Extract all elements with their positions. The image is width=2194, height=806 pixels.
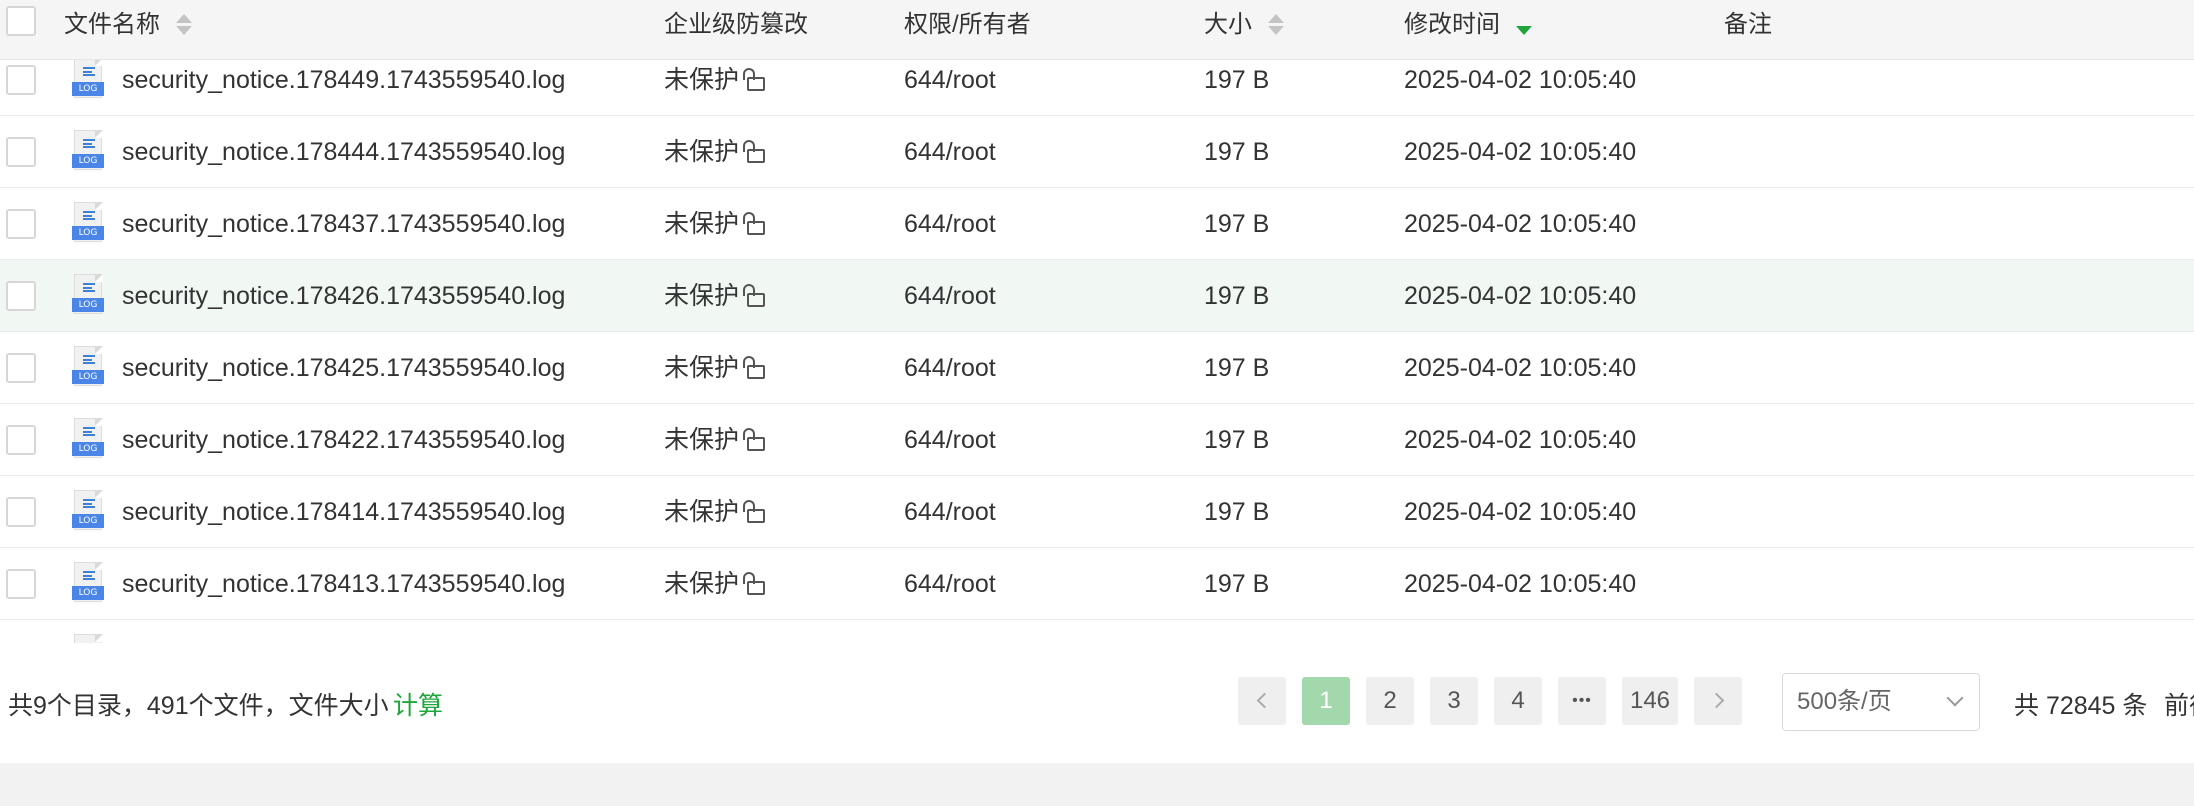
file-size: 197 B [1204, 498, 1270, 526]
total-count: 共 72845 条 [2014, 692, 2148, 720]
log-file-icon: LOG [72, 130, 104, 172]
file-name[interactable]: security_notice.178413.1743559540.log [122, 548, 565, 620]
modified-time: 2025-04-02 10:05:40 [1404, 570, 1637, 598]
table-row[interactable]: LOG security_notice.178437.1743559540.lo… [0, 188, 2194, 260]
calculate-size-link[interactable]: 计算 [393, 686, 443, 722]
col-header-protect: 企业级防篡改 [664, 11, 808, 38]
row-checkbox[interactable] [6, 425, 36, 455]
next-page-button[interactable] [1694, 677, 1742, 725]
unlock-icon[interactable] [743, 498, 767, 524]
col-header-permission: 权限/所有者 [904, 11, 1031, 38]
file-table-body: LOG security_notice.178449.1743559540.lo… [0, 0, 2194, 643]
permission-owner[interactable]: 644/root [904, 188, 996, 260]
log-file-icon [72, 634, 104, 643]
permission-owner[interactable]: 644/root [904, 332, 996, 404]
file-size: 197 B [1204, 138, 1270, 166]
col-header-size[interactable]: 大小 [1204, 0, 1284, 60]
log-file-icon: LOG [72, 58, 104, 100]
permission-owner[interactable]: 644/root [904, 116, 996, 188]
directory-summary: 共9个目录，491个文件，文件大小 [8, 692, 389, 720]
log-file-icon: LOG [72, 418, 104, 460]
row-checkbox[interactable] [6, 209, 36, 239]
log-file-icon: LOG [72, 346, 104, 388]
chevron-down-icon [1946, 689, 1964, 707]
file-size: 197 B [1204, 354, 1270, 382]
table-row[interactable]: LOG security_notice.178414.1743559540.lo… [0, 476, 2194, 548]
row-checkbox[interactable] [6, 497, 36, 527]
modified-time: 2025-04-02 10:05:40 [1404, 210, 1637, 238]
page-4-button[interactable]: 4 [1494, 677, 1542, 725]
row-checkbox[interactable] [6, 65, 36, 95]
file-name[interactable]: security_notice.178422.1743559540.log [122, 404, 565, 476]
table-row[interactable]: LOG security_notice.178422.1743559540.lo… [0, 404, 2194, 476]
log-file-icon: LOG [72, 274, 104, 316]
file-size: 197 B [1204, 570, 1270, 598]
modified-time: 2025-04-02 10:05:40 [1404, 498, 1637, 526]
col-header-remark: 备注 [1724, 11, 1772, 38]
permission-owner[interactable]: 644/root [904, 404, 996, 476]
page-last-button[interactable]: 146 [1622, 677, 1678, 725]
row-checkbox[interactable] [6, 353, 36, 383]
sort-desc-active-icon[interactable] [1516, 12, 1532, 36]
file-name[interactable]: security_notice.178437.1743559540.log [122, 188, 565, 260]
modified-time: 2025-04-02 10:05:40 [1404, 138, 1637, 166]
unlock-icon[interactable] [743, 66, 767, 92]
log-file-icon: LOG [72, 562, 104, 604]
table-row-partial[interactable] [0, 620, 2194, 643]
protect-status[interactable]: 未保护 [664, 116, 767, 188]
unlock-icon[interactable] [743, 210, 767, 236]
file-size: 197 B [1204, 282, 1270, 310]
unlock-icon[interactable] [743, 282, 767, 308]
goto-label: 前往 [2164, 692, 2194, 720]
prev-page-button[interactable] [1238, 677, 1286, 725]
table-row[interactable]: LOG security_notice.178426.1743559540.lo… [0, 260, 2194, 332]
file-size: 197 B [1204, 210, 1270, 238]
file-name[interactable]: security_notice.178414.1743559540.log [122, 476, 565, 548]
table-row[interactable]: LOG security_notice.178425.1743559540.lo… [0, 332, 2194, 404]
modified-time: 2025-04-02 10:05:40 [1404, 426, 1637, 454]
table-footer: 共9个目录，491个文件，文件大小 计算 1 2 3 4 ••• 146 500… [0, 643, 2194, 763]
page-size-value: 500条/页 [1797, 688, 1892, 715]
table-header: 文件名称 企业级防篡改 权限/所有者 大小 修改时间 备注 [0, 0, 2194, 60]
log-file-icon: LOG [72, 490, 104, 532]
unlock-icon[interactable] [743, 570, 767, 596]
permission-owner[interactable]: 644/root [904, 260, 996, 332]
row-checkbox[interactable] [6, 569, 36, 599]
col-header-mtime[interactable]: 修改时间 [1404, 0, 1532, 60]
modified-time: 2025-04-02 10:05:40 [1404, 354, 1637, 382]
unlock-icon[interactable] [743, 426, 767, 452]
chevron-right-icon [1708, 692, 1724, 709]
protect-status[interactable]: 未保护 [664, 548, 767, 620]
file-name[interactable]: security_notice.178426.1743559540.log [122, 260, 565, 332]
page-size-select[interactable]: 500条/页 [1782, 673, 1980, 731]
table-row[interactable]: LOG security_notice.178444.1743559540.lo… [0, 116, 2194, 188]
sort-icon[interactable] [176, 12, 192, 36]
more-pages-icon[interactable]: ••• [1558, 677, 1606, 725]
file-size: 197 B [1204, 426, 1270, 454]
file-name[interactable]: security_notice.178425.1743559540.log [122, 332, 565, 404]
page-2-button[interactable]: 2 [1366, 677, 1414, 725]
protect-status[interactable]: 未保护 [664, 332, 767, 404]
permission-owner[interactable]: 644/root [904, 476, 996, 548]
protect-status[interactable]: 未保护 [664, 260, 767, 332]
page-3-button[interactable]: 3 [1430, 677, 1478, 725]
protect-status[interactable]: 未保护 [664, 476, 767, 548]
permission-owner[interactable]: 644/root [904, 548, 996, 620]
chevron-left-icon [1256, 692, 1272, 709]
row-checkbox[interactable] [6, 281, 36, 311]
protect-status[interactable]: 未保护 [664, 404, 767, 476]
protect-status[interactable]: 未保护 [664, 188, 767, 260]
unlock-icon[interactable] [743, 354, 767, 380]
col-header-name[interactable]: 文件名称 [64, 0, 192, 60]
file-name[interactable]: security_notice.178444.1743559540.log [122, 116, 565, 188]
table-row[interactable]: LOG security_notice.178413.1743559540.lo… [0, 548, 2194, 620]
unlock-icon[interactable] [743, 138, 767, 164]
modified-time: 2025-04-02 10:05:40 [1404, 282, 1637, 310]
select-all-checkbox[interactable] [6, 6, 36, 36]
log-file-icon: LOG [72, 202, 104, 244]
page-1-button[interactable]: 1 [1302, 677, 1350, 725]
file-table: LOG security_notice.178449.1743559540.lo… [0, 0, 2194, 643]
row-checkbox[interactable] [6, 137, 36, 167]
sort-icon[interactable] [1268, 12, 1284, 36]
